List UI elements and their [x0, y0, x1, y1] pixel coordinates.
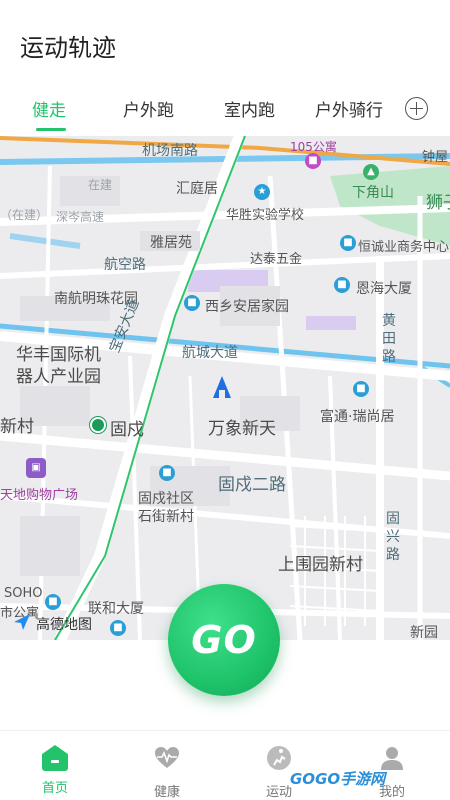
map-label-datai-wujin: 达泰五金: [250, 252, 303, 267]
map-label-huangtian-road: 黄田路: [382, 313, 396, 365]
tab-walk[interactable]: 健走: [32, 96, 66, 121]
map-label-huitingju: 汇庭居: [176, 181, 218, 197]
page-title: 运动轨迹: [20, 34, 116, 62]
building-poi-icon-2: ■: [45, 594, 61, 610]
building-poi-icon-3: ■: [110, 620, 126, 636]
map-label-enhai-building: 恩海大厦: [356, 281, 412, 297]
mountain-poi-icon: ▲: [363, 164, 379, 180]
heart-pulse-icon: [155, 747, 179, 768]
map-label-zaijian-prefix: （在建）: [0, 208, 49, 222]
tab-outdoor-run[interactable]: 户外跑: [123, 96, 174, 121]
map-label-xiajiaoshan: 下角山: [352, 185, 394, 201]
map-attribution: 高德地图: [36, 617, 92, 633]
tab-indoor-run[interactable]: 室内跑: [224, 96, 275, 121]
map-label-guxing-road: 固兴路: [386, 511, 400, 563]
run-icon: [267, 746, 291, 770]
watermark: GOGO手游网: [290, 770, 386, 788]
amap-logo-icon: [14, 614, 30, 630]
building-poi-icon: ■: [334, 277, 350, 293]
map-label-under-construction: 在建: [88, 178, 113, 192]
nav-health[interactable]: 健康: [132, 745, 202, 800]
map-label-futong-ruishangju: 富通·瑞尚居: [320, 409, 395, 425]
go-button-label: GO: [191, 618, 257, 662]
map-label-shencen-expressway: 深岑高速: [56, 210, 105, 224]
map-label-lianhe-building: 联和大厦: [88, 601, 144, 617]
nav-health-label: 健康: [153, 785, 180, 800]
map-label-xincun: 新村: [0, 417, 34, 437]
map-label-yajuyuan: 雅居苑: [150, 235, 192, 251]
map-label-huasheng-school: 华胜实验学校: [226, 208, 305, 223]
map-label-hangkong-road: 航空路: [104, 257, 146, 273]
map-label-tiandi-mall: 天地购物广场: [0, 488, 79, 503]
map-label-zhongwu: 钟屋: [422, 150, 449, 165]
nav-home-label: 首页: [41, 781, 68, 796]
map-label-wanxiang-xintian: 万象新天: [208, 419, 276, 439]
map-label-xixiang-anju: 西乡安居家园: [205, 299, 289, 315]
community-poi-icon: ■: [159, 465, 175, 481]
map-label-shizi: 狮子: [426, 193, 450, 213]
map-label-hangcheng-avenue: 航城大道: [182, 345, 238, 361]
map-label-shangwei-xincun: 上围园新村: [278, 555, 363, 575]
map-label-huafeng-robot-park: 华丰国际机器人产业园: [16, 345, 101, 387]
map-label-gushu-second-road: 固戍二路: [218, 475, 286, 495]
school-poi-icon: ★: [254, 184, 270, 200]
nav-home[interactable]: 首页: [20, 745, 90, 796]
map-label-airport-south-road: 机场南路: [142, 143, 198, 159]
map-label-gushu: 固戍: [110, 420, 144, 440]
add-tab-icon[interactable]: [405, 97, 428, 120]
map-view[interactable]: 机场南路 105公寓 ■ 钟屋 在建 汇庭居 ▲ 下角山 狮子 （在建） 深岑高…: [0, 136, 450, 640]
bottom-navigation: 首页 健康 运动 我的: [0, 730, 450, 800]
sport-type-tabs: 健走 户外跑 室内跑 户外骑行: [0, 84, 450, 136]
metro-station-icon: [90, 417, 106, 433]
apartment-poi-icon-2: ■: [353, 381, 369, 397]
map-label-shijie-xincun: 石街新村: [138, 509, 194, 525]
apartment-poi-icon: ■: [305, 153, 321, 169]
map-label-gushu-community: 固戍社区: [138, 491, 194, 507]
tab-outdoor-cycling[interactable]: 户外骑行: [315, 96, 383, 121]
map-label-soho: SOHO: [4, 586, 43, 601]
residence-poi-icon: ■: [184, 295, 200, 311]
map-label-hengcheng-center: 恒诚业商务中心: [358, 240, 450, 255]
home-icon: [42, 745, 68, 771]
mall-poi-icon: ▣: [26, 458, 46, 478]
office-poi-icon: ■: [340, 235, 356, 251]
map-label-xinwei: 新园: [410, 625, 438, 640]
active-tab-indicator: [36, 128, 66, 131]
current-location-arrow-icon: [213, 376, 231, 398]
start-workout-button[interactable]: GO: [168, 584, 280, 696]
app-header: 运动轨迹: [0, 0, 450, 84]
